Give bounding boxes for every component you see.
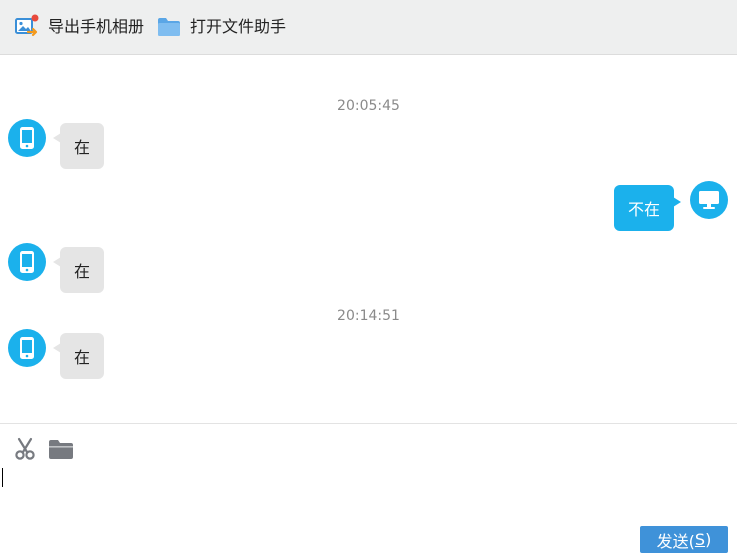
message-timestamp: 20:14:51	[337, 308, 400, 324]
folder-icon	[158, 18, 181, 36]
phone-icon	[20, 337, 34, 359]
export-phone-album-label: 导出手机相册	[48, 17, 145, 36]
monitor-icon	[699, 191, 719, 209]
send-button[interactable]: 发送(S)	[640, 526, 728, 553]
message-bubble-incoming[interactable]: 在	[52, 333, 105, 379]
message-bubble-outgoing[interactable]: 不在	[614, 185, 682, 231]
phone-icon	[20, 127, 34, 149]
send-button-suffix: )	[705, 530, 712, 549]
phone-avatar[interactable]	[8, 329, 46, 367]
scissors-icon	[15, 437, 35, 460]
send-button-label: 发送(	[656, 531, 695, 551]
composer-toolbar	[12, 436, 84, 462]
chat-history: 20:05:45 在 不在 在 20:14:51 在	[0, 56, 737, 423]
message-text: 在	[74, 138, 91, 157]
phone-avatar[interactable]	[8, 119, 46, 157]
phone-icon	[20, 251, 34, 273]
open-file-helper-button[interactable]: 打开文件助手	[156, 12, 286, 42]
send-file-button[interactable]	[48, 436, 74, 462]
screenshot-button[interactable]	[12, 436, 38, 462]
message-bubble-incoming[interactable]: 在	[52, 247, 105, 293]
text-caret	[2, 468, 3, 487]
phone-avatar[interactable]	[8, 243, 46, 281]
album-export-icon	[15, 14, 39, 37]
message-text: 在	[74, 262, 91, 281]
message-text: 不在	[628, 200, 661, 219]
message-text: 在	[74, 348, 91, 367]
send-hotkey: S	[694, 530, 706, 549]
export-phone-album-button[interactable]: 导出手机相册	[14, 12, 144, 42]
toolbar: 导出手机相册 打开文件助手	[0, 0, 737, 55]
message-timestamp: 20:05:45	[337, 98, 400, 114]
message-input[interactable]	[0, 462, 737, 522]
composer-divider	[0, 423, 737, 424]
message-bubble-incoming[interactable]: 在	[52, 123, 105, 169]
folder-icon	[49, 440, 73, 459]
open-file-helper-label: 打开文件助手	[190, 17, 287, 36]
desktop-avatar[interactable]	[690, 181, 728, 219]
